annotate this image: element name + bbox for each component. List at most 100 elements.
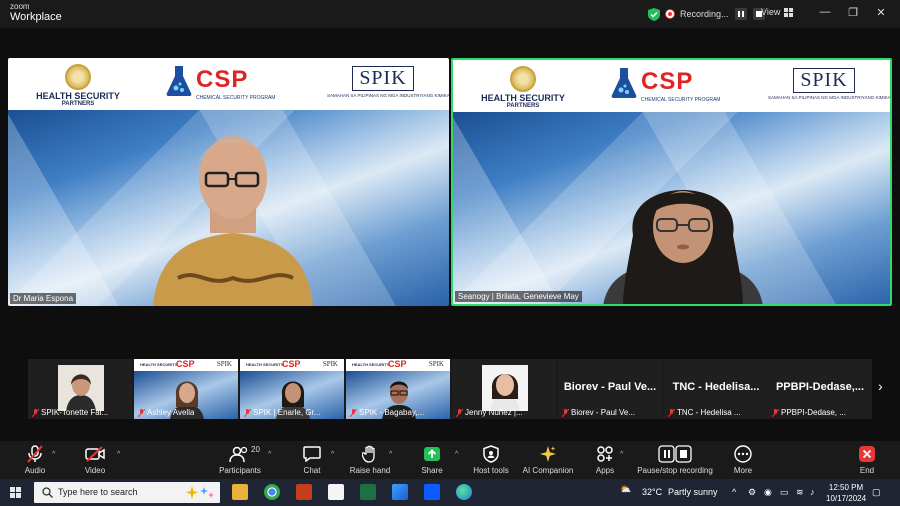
pause-stop-recording-button[interactable]: Pause/stop recording bbox=[635, 445, 715, 475]
grid-view-icon bbox=[784, 7, 794, 17]
battery-icon[interactable]: ▭ bbox=[780, 487, 789, 498]
chevron-right-icon[interactable]: › bbox=[878, 378, 883, 394]
view-button[interactable]: View bbox=[761, 7, 794, 17]
recording-status: Recording... bbox=[680, 9, 729, 19]
zoom-taskbar-icon[interactable] bbox=[424, 484, 440, 500]
thumbnail-name-text: SPIK-Tonette Fal... bbox=[41, 408, 109, 417]
weather-icon[interactable]: ⛅ bbox=[620, 484, 631, 495]
windows-taskbar: Type here to search ⛅ 32°C Partly sunny … bbox=[0, 479, 900, 506]
file-explorer-icon[interactable] bbox=[232, 484, 248, 500]
mic-off-icon bbox=[456, 408, 463, 417]
hsp-logo: HEALTH SECURITY PARTNERS bbox=[463, 66, 583, 109]
thumbnail-name-text: Jenny Nuñez |... bbox=[465, 408, 523, 417]
participant-avatar bbox=[482, 365, 528, 411]
pause-recording-button[interactable] bbox=[734, 8, 747, 20]
minimize-icon[interactable]: — bbox=[818, 6, 832, 18]
csp-subtitle: CHEMICAL SECURITY PROGRAM bbox=[196, 95, 276, 101]
thumb-spik: SPIK bbox=[428, 360, 444, 368]
csp-title: CSP bbox=[641, 68, 694, 95]
raise-hand-label: Raise hand bbox=[349, 466, 391, 475]
meeting-toolbar: Audio ^ Video ^ 20 Participants ^ Chat ^… bbox=[0, 441, 900, 479]
thumbnail-participant[interactable]: Jenny Nuñez |... bbox=[452, 359, 556, 419]
mic-off-icon bbox=[350, 408, 357, 417]
video-label: Video bbox=[84, 466, 106, 475]
more-icon bbox=[734, 445, 752, 463]
thumbnail-participant[interactable]: Biorev - Paul Ve... Biorev - Paul Ve... bbox=[558, 359, 662, 419]
audio-options-caret-icon[interactable]: ^ bbox=[52, 451, 55, 458]
app-icon[interactable] bbox=[392, 484, 408, 500]
camera-off-icon bbox=[85, 446, 105, 462]
participants-options-caret-icon[interactable]: ^ bbox=[268, 451, 271, 458]
end-call-icon bbox=[859, 446, 875, 462]
edge-icon[interactable] bbox=[456, 484, 472, 500]
wifi-icon[interactable]: ≋ bbox=[796, 487, 804, 498]
end-meeting-button[interactable]: End bbox=[832, 445, 900, 475]
restore-icon[interactable]: ❐ bbox=[846, 6, 860, 19]
thumbnail-participant[interactable]: PPBPI-Dedase,... PPBPI-Dedase, ... bbox=[768, 359, 872, 419]
system-clock[interactable]: 12:50 PM 10/17/2024 bbox=[826, 482, 866, 504]
video-options-caret-icon[interactable]: ^ bbox=[117, 451, 120, 458]
mic-off-icon bbox=[32, 408, 39, 417]
windows-start-icon[interactable] bbox=[10, 487, 21, 498]
thumbnail-name: Biorev - Paul Ve... bbox=[562, 408, 635, 417]
participant-video-2 bbox=[603, 190, 763, 304]
chat-options-caret-icon[interactable]: ^ bbox=[331, 451, 334, 458]
participant-name-tag: Dr Maria Espona bbox=[10, 293, 77, 304]
thumbnail-name-text: Ashley Avella bbox=[147, 408, 195, 417]
hsp-seal-icon bbox=[510, 66, 536, 92]
close-icon[interactable]: ✕ bbox=[874, 6, 888, 19]
thumb-spik: SPIK bbox=[216, 360, 232, 368]
thumbnail-name-text: SPIK - Bagabay,... bbox=[359, 408, 425, 417]
document-icon[interactable] bbox=[328, 484, 344, 500]
reactions-options-caret-icon[interactable]: ^ bbox=[389, 451, 392, 458]
hsp-logo: HEALTH SECURITY PARTNERS bbox=[18, 64, 138, 107]
mic-off-icon bbox=[772, 408, 779, 417]
video-tile-speaker-2-active[interactable]: HEALTH SECURITY PARTNERS CSP CHEMICAL SE… bbox=[451, 58, 892, 306]
chrome-icon[interactable] bbox=[264, 484, 280, 500]
video-tile-speaker-1[interactable]: HEALTH SECURITY PARTNERS CSP CHEMICAL SE… bbox=[8, 58, 449, 306]
view-label: View bbox=[761, 7, 781, 17]
chat-icon bbox=[303, 446, 321, 462]
thumbnail-participant[interactable]: HEALTH SECURITY CSP SPIK SPIK - Bagabay,..… bbox=[346, 359, 450, 419]
share-screen-icon bbox=[424, 447, 440, 461]
spik-subtitle: SAMAHAN SA PILIPINAS NG MGA INDUSTRIYANG… bbox=[768, 95, 891, 100]
shield-icon[interactable] bbox=[648, 7, 660, 21]
apps-options-caret-icon[interactable]: ^ bbox=[620, 451, 623, 458]
thumbnail-participant[interactable]: SPIK-Tonette Fal... bbox=[28, 359, 132, 419]
spik-title: SPIK bbox=[352, 66, 414, 91]
pause-stop-icon bbox=[658, 445, 692, 463]
more-button[interactable]: More bbox=[708, 445, 778, 475]
participants-button[interactable]: 20 Participants bbox=[205, 445, 275, 475]
apps-button[interactable]: Apps bbox=[570, 445, 640, 475]
raise-hand-button[interactable]: Raise hand bbox=[335, 445, 405, 475]
thumbnail-name: Ashley Avella bbox=[138, 408, 194, 417]
mic-off-icon bbox=[138, 408, 145, 417]
spik-logo: SPIK SAMAHAN SA PILIPINAS NG MGA INDUSTR… bbox=[768, 68, 891, 100]
thumbnail-name-text: SPIK | Enarle, Gr... bbox=[253, 408, 321, 417]
hsp-seal-icon bbox=[65, 64, 91, 90]
thumb-csp: CSP bbox=[282, 359, 301, 369]
excel-icon[interactable] bbox=[360, 484, 376, 500]
thumb-banner: HEALTH SECURITY CSP SPIK bbox=[240, 359, 344, 371]
thumbnail-participant[interactable]: HEALTH SECURITY CSP SPIK Ashley Avella bbox=[134, 359, 238, 419]
clock-time: 12:50 PM bbox=[828, 483, 864, 492]
tray-app-icon[interactable]: ◉ bbox=[764, 487, 772, 498]
video-button[interactable]: Video bbox=[60, 445, 130, 475]
flask-icon bbox=[166, 66, 192, 96]
mic-off-icon bbox=[562, 408, 569, 417]
notifications-icon[interactable]: ▢ bbox=[872, 487, 881, 498]
thumbnail-participant[interactable]: TNC - Hedelisa... TNC - Hedelisa ... bbox=[664, 359, 768, 419]
thumbnail-participant[interactable]: HEALTH SECURITY CSP SPIK SPIK | Enarle, Gr… bbox=[240, 359, 344, 419]
search-icon bbox=[42, 487, 53, 498]
thumb-csp: CSP bbox=[388, 359, 407, 369]
tray-chevron-icon[interactable]: ^ bbox=[732, 487, 736, 497]
title-bar: zoom Workplace Recording... View — ❐ ✕ bbox=[0, 0, 900, 28]
thumbnail-name-text: TNC - Hedelisa ... bbox=[677, 408, 741, 417]
taskbar-search-box[interactable]: Type here to search bbox=[34, 482, 220, 503]
event-banner: HEALTH SECURITY PARTNERS CSP CHEMICAL SE… bbox=[8, 58, 449, 110]
tray-app-icon[interactable]: ⚙ bbox=[748, 487, 756, 498]
participants-count: 20 bbox=[251, 445, 260, 454]
thumb-spik: SPIK bbox=[322, 360, 338, 368]
powerpoint-icon[interactable] bbox=[296, 484, 312, 500]
volume-icon[interactable]: ♪ bbox=[810, 487, 815, 497]
